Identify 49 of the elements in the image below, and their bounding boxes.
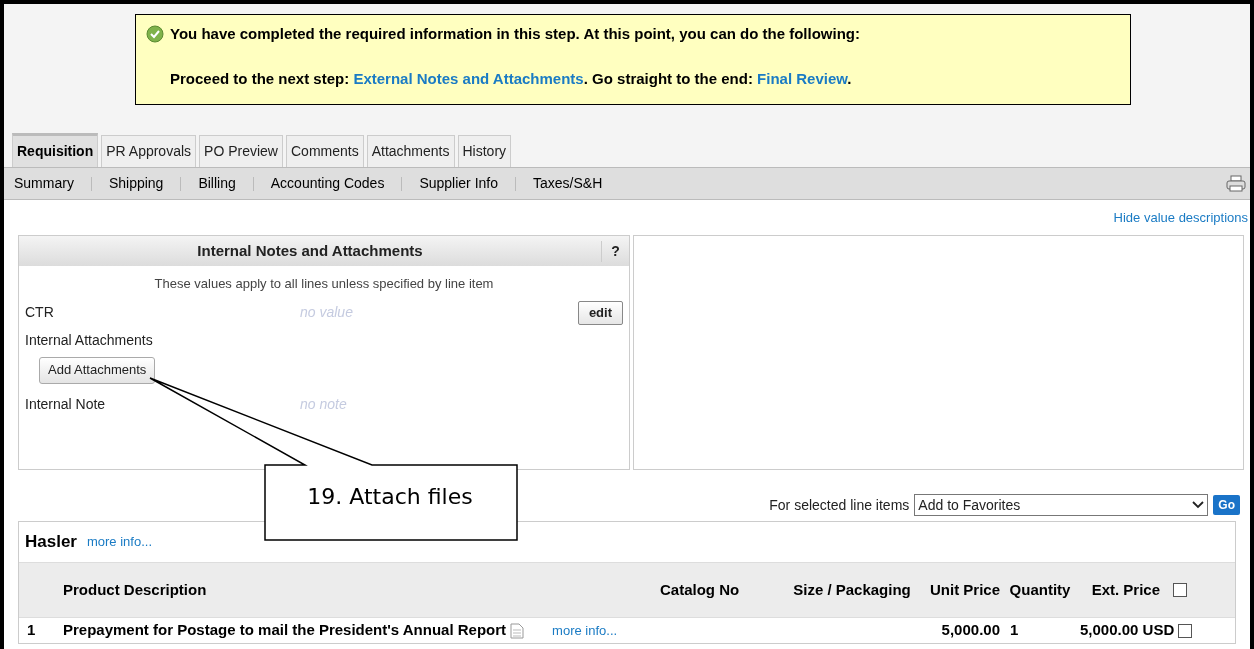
completion-message: You have completed the required information in this step. At this point, you can do the following: xyxy=(170,24,861,44)
column-header: Unit Price xyxy=(928,580,1000,600)
tab[interactable]: History xyxy=(457,135,512,167)
hide-descriptions-link[interactable]: Hide value descriptions xyxy=(1113,208,1248,230)
product-description: Prepayment for Postage to mail the President's Annual Report xyxy=(63,620,507,641)
tab[interactable]: PR Approvals xyxy=(101,135,197,167)
callout-text: 19. Attach files xyxy=(306,483,474,511)
chevron-down-icon xyxy=(1192,501,1205,509)
more-info-link[interactable]: more info... xyxy=(552,620,618,641)
field-value: no value xyxy=(300,303,354,322)
edit-button[interactable]: edit xyxy=(577,300,623,325)
field-label: Internal Note xyxy=(25,395,107,414)
column-header: Product Description xyxy=(63,579,208,600)
next-steps-text: Proceed to the next step: External Notes and Attachments. Go straight to the end: Final Review. xyxy=(169,68,853,89)
unit-price: 5,000.00 xyxy=(940,620,1000,641)
more-info-link[interactable]: more info... xyxy=(87,532,152,552)
add-attachments-button[interactable]: Add Attachments xyxy=(39,356,156,384)
tab[interactable]: Attachments xyxy=(366,135,455,167)
line-items-label: For selected line items xyxy=(769,495,910,515)
step-link[interactable]: External Notes and Attachments xyxy=(353,69,584,87)
column-header: Catalog No xyxy=(660,579,741,600)
subnav-link[interactable]: Supplier Info xyxy=(419,173,498,194)
subnav-link[interactable]: Accounting Codes xyxy=(270,173,385,194)
supplier-name: Hasler xyxy=(25,531,77,554)
checkbox[interactable] xyxy=(1178,623,1192,638)
field-label: Internal Attachments xyxy=(25,330,154,350)
column-header: Size / Packaging xyxy=(792,579,912,600)
go-button[interactable]: Go xyxy=(1213,495,1240,515)
tab[interactable]: Comments xyxy=(286,135,364,167)
step-link[interactable]: Final Review xyxy=(757,69,848,87)
printer-icon[interactable] xyxy=(1226,174,1246,193)
subnav-link[interactable]: Taxes/S&H xyxy=(533,173,603,194)
subnav-link[interactable]: Billing xyxy=(198,173,236,194)
panel-note: These values apply to all lines unless specified by line item xyxy=(153,275,495,293)
tab[interactable]: Requisition xyxy=(12,133,99,167)
action-dropdown[interactable]: Add to Favorites xyxy=(914,494,1209,516)
subnav-link[interactable]: Shipping xyxy=(108,173,164,194)
line-number: 1 xyxy=(26,620,37,641)
tab[interactable]: PO Preview xyxy=(199,135,283,167)
document-icon xyxy=(510,622,525,639)
checkbox[interactable] xyxy=(1173,583,1187,597)
subnav-link[interactable]: Summary xyxy=(14,173,74,194)
column-header: Quantity xyxy=(1008,579,1072,600)
column-header: Ext. Price xyxy=(1090,579,1160,600)
checkmark-icon xyxy=(146,25,164,44)
panel-title: Internal Notes and Attachments xyxy=(196,240,424,261)
field-label: CTR xyxy=(25,303,55,322)
field-value: no note xyxy=(300,395,347,414)
quantity: 1 xyxy=(1009,620,1020,641)
